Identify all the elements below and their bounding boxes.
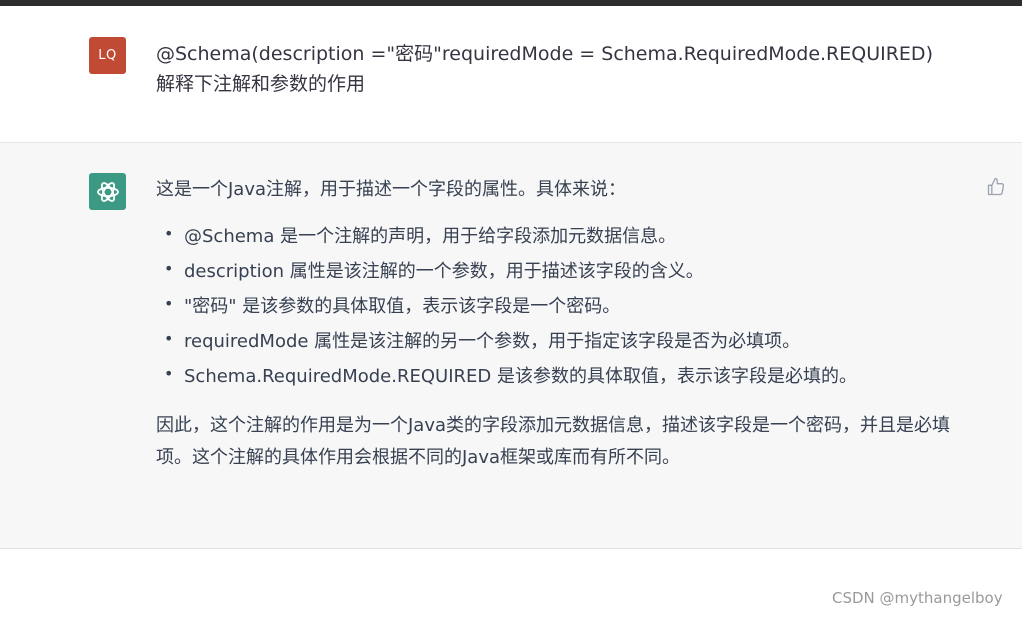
thumbs-up-icon	[987, 178, 1005, 196]
list-item: Schema.RequiredMode.REQUIRED 是该参数的具体取值，表…	[156, 356, 976, 394]
openai-logo-icon	[96, 181, 119, 202]
user-message-text: @Schema(description ="密码"requiredMode = …	[156, 39, 933, 99]
list-item: description 属性是该注解的一个参数，用于描述该字段的含义。	[156, 251, 976, 289]
user-message-row: LQ @Schema(description ="密码"requiredMode…	[0, 6, 1022, 143]
assistant-intro: 这是一个Java注解，用于描述一个字段的属性。具体来说：	[156, 179, 627, 200]
watermark: CSDN @mythangelboy	[832, 589, 1003, 607]
user-avatar: LQ	[89, 37, 126, 74]
thumbs-up-button[interactable]	[986, 177, 1008, 199]
assistant-message-text: 这是一个Java注解，用于描述一个字段的属性。具体来说： @Schema 是一个…	[156, 175, 976, 474]
assistant-message-row: 这是一个Java注解，用于描述一个字段的属性。具体来说： @Schema 是一个…	[0, 143, 1022, 549]
assistant-avatar	[89, 173, 126, 210]
list-item: "密码" 是该参数的具体取值，表示该字段是一个密码。	[156, 286, 976, 324]
user-message-line: 解释下注解和参数的作用	[156, 73, 366, 95]
bullet-list: @Schema 是一个注解的声明，用于给字段添加元数据信息。 descripti…	[156, 216, 976, 394]
assistant-conclusion: 因此，这个注解的作用是为一个Java类的字段添加元数据信息，描述该字段是一个密码…	[156, 415, 951, 468]
list-item: requiredMode 属性是该注解的另一个参数，用于指定该字段是否为必填项。	[156, 321, 976, 359]
user-message-line: @Schema(description ="密码"requiredMode = …	[156, 43, 933, 65]
list-item: @Schema 是一个注解的声明，用于给字段添加元数据信息。	[156, 216, 976, 254]
